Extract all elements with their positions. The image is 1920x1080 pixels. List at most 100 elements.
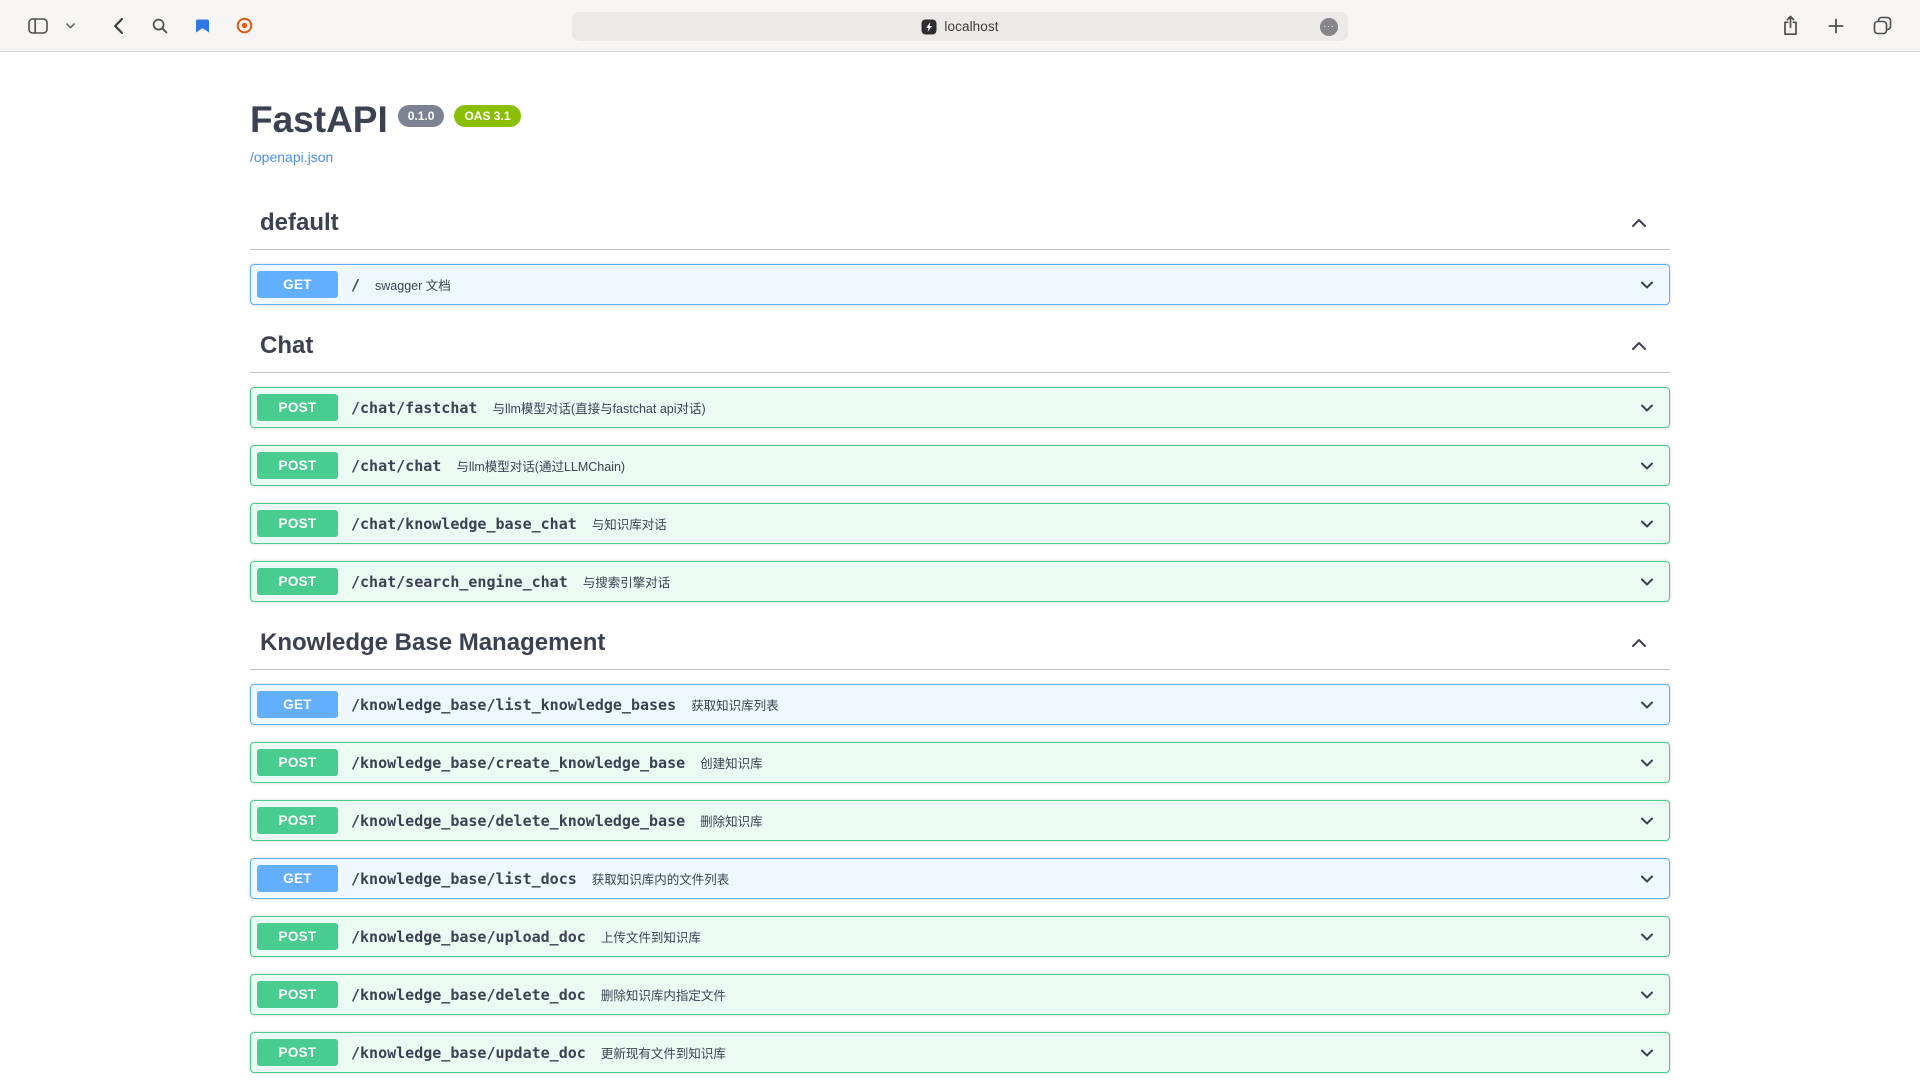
operation-row[interactable]: POST /knowledge_base/delete_doc 删除知识库内指定…	[250, 974, 1670, 1015]
tab-overview-button[interactable]	[1868, 10, 1896, 42]
tab-group-chevron-button[interactable]	[56, 10, 84, 42]
browser-window: localhost ...	[0, 0, 1920, 1080]
chevron-down-icon	[66, 23, 75, 29]
section-header[interactable]: Knowledge Base Management	[250, 619, 1670, 670]
chevron-down-icon[interactable]	[1637, 514, 1657, 534]
operation-path: /knowledge_base/list_docs	[351, 870, 577, 888]
share-button[interactable]	[1776, 10, 1804, 42]
operation-description: 与知识库对话	[592, 514, 667, 533]
section-title: default	[260, 209, 339, 237]
operation-path: /knowledge_base/delete_knowledge_base	[351, 812, 685, 830]
method-badge: POST	[257, 452, 338, 479]
section-header[interactable]: default	[250, 199, 1670, 250]
operation-description: 删除知识库	[700, 811, 763, 830]
operation-path: /chat/knowledge_base_chat	[351, 515, 577, 533]
method-badge: POST	[257, 981, 338, 1008]
method-badge: POST	[257, 510, 338, 537]
chevron-down-icon[interactable]	[1637, 927, 1657, 947]
chevron-down-icon[interactable]	[1637, 985, 1657, 1005]
operation-row[interactable]: POST /knowledge_base/create_knowledge_ba…	[250, 742, 1670, 783]
operation-row[interactable]: POST /knowledge_base/delete_knowledge_ba…	[250, 800, 1670, 841]
chevron-down-icon[interactable]	[1637, 695, 1657, 715]
chevron-up-icon	[1628, 212, 1650, 234]
operation-description: 创建知识库	[700, 753, 763, 772]
operation-path: /chat/fastchat	[351, 399, 477, 417]
operation-row[interactable]: GET / swagger 文档	[250, 264, 1670, 305]
plus-icon	[1828, 18, 1844, 34]
operation-row[interactable]: POST /chat/knowledge_base_chat 与知识库对话	[250, 503, 1670, 544]
api-sections: default GET / swagger 文档 Chat POST /chat…	[250, 199, 1670, 1079]
section-title: Chat	[260, 332, 313, 360]
operation-description: 删除知识库内指定文件	[601, 985, 726, 1004]
openapi-spec-link[interactable]: /openapi.json	[250, 149, 333, 165]
chevron-up-icon	[1628, 335, 1650, 357]
extension-blue-button[interactable]	[188, 10, 216, 42]
operation-description: 获取知识库内的文件列表	[592, 869, 730, 888]
operation-path: /chat/chat	[351, 457, 441, 475]
oas-badge: OAS 3.1	[454, 105, 520, 127]
operation-path: /knowledge_base/delete_doc	[351, 986, 586, 1004]
chevron-down-icon[interactable]	[1637, 869, 1657, 889]
record-target-icon	[236, 17, 253, 34]
operation-description: 与搜索引擎对话	[583, 572, 671, 591]
method-badge: GET	[257, 691, 338, 718]
chevron-up-icon	[1628, 632, 1650, 654]
section-operations: GET /knowledge_base/list_knowledge_bases…	[250, 670, 1670, 1079]
operation-path: /chat/search_engine_chat	[351, 573, 568, 591]
operation-row[interactable]: POST /knowledge_base/update_doc 更新现有文件到知…	[250, 1032, 1670, 1073]
chevron-left-icon	[113, 17, 124, 35]
chevron-down-icon[interactable]	[1637, 1043, 1657, 1063]
extension-orange-button[interactable]	[230, 10, 258, 42]
chevron-down-icon[interactable]	[1637, 275, 1657, 295]
operation-description: 获取知识库列表	[691, 695, 779, 714]
operation-description: 与llm模型对话(直接与fastchat api对话)	[492, 398, 705, 417]
operation-row[interactable]: POST /chat/chat 与llm模型对话(通过LLMChain)	[250, 445, 1670, 486]
search-button[interactable]	[146, 10, 174, 42]
chevron-down-icon[interactable]	[1637, 811, 1657, 831]
operation-row[interactable]: POST /knowledge_base/upload_doc 上传文件到知识库	[250, 916, 1670, 957]
chevron-down-icon[interactable]	[1637, 398, 1657, 418]
operation-row[interactable]: POST /chat/fastchat 与llm模型对话(直接与fastchat…	[250, 387, 1670, 428]
method-badge: POST	[257, 568, 338, 595]
method-badge: POST	[257, 923, 338, 950]
browser-toolbar: localhost ...	[0, 0, 1920, 52]
operation-row[interactable]: GET /knowledge_base/list_knowledge_bases…	[250, 684, 1670, 725]
bookmark-extension-icon	[195, 18, 210, 34]
operation-row[interactable]: POST /chat/search_engine_chat 与搜索引擎对话	[250, 561, 1670, 602]
method-badge: POST	[257, 749, 338, 776]
extensions-more-button[interactable]: ...	[1320, 18, 1338, 36]
method-badge: POST	[257, 394, 338, 421]
tabs-overview-icon	[1873, 16, 1892, 35]
version-badge: 0.1.0	[398, 105, 445, 127]
api-info: FastAPI 0.1.0 OAS 3.1 /openapi.json	[250, 52, 1670, 167]
back-button[interactable]	[104, 10, 132, 42]
operation-path: /knowledge_base/create_knowledge_base	[351, 754, 685, 772]
operation-description: 更新现有文件到知识库	[601, 1043, 726, 1062]
sidebar-toggle-button[interactable]	[24, 10, 52, 42]
section-operations: POST /chat/fastchat 与llm模型对话(直接与fastchat…	[250, 373, 1670, 602]
section-header[interactable]: Chat	[250, 322, 1670, 373]
operation-path: /	[351, 276, 360, 294]
operation-description: 上传文件到知识库	[601, 927, 701, 946]
api-section: Chat POST /chat/fastchat 与llm模型对话(直接与fas…	[250, 322, 1670, 602]
address-bar[interactable]: localhost ...	[572, 12, 1348, 41]
url-text: localhost	[944, 19, 998, 34]
new-tab-button[interactable]	[1822, 10, 1850, 42]
operation-description: swagger 文档	[375, 275, 451, 294]
share-icon	[1782, 15, 1799, 36]
method-badge: POST	[257, 807, 338, 834]
section-operations: GET / swagger 文档	[250, 250, 1670, 305]
site-favicon	[921, 19, 937, 35]
method-badge: GET	[257, 865, 338, 892]
operation-description: 与llm模型对话(通过LLMChain)	[456, 456, 625, 475]
method-badge: POST	[257, 1039, 338, 1066]
section-title: Knowledge Base Management	[260, 629, 605, 657]
chevron-down-icon[interactable]	[1637, 753, 1657, 773]
operation-path: /knowledge_base/list_knowledge_bases	[351, 696, 676, 714]
chevron-down-icon[interactable]	[1637, 572, 1657, 592]
method-badge: GET	[257, 271, 338, 298]
api-section: default GET / swagger 文档	[250, 199, 1670, 305]
chevron-down-icon[interactable]	[1637, 456, 1657, 476]
search-icon	[152, 18, 168, 34]
operation-row[interactable]: GET /knowledge_base/list_docs 获取知识库内的文件列…	[250, 858, 1670, 899]
